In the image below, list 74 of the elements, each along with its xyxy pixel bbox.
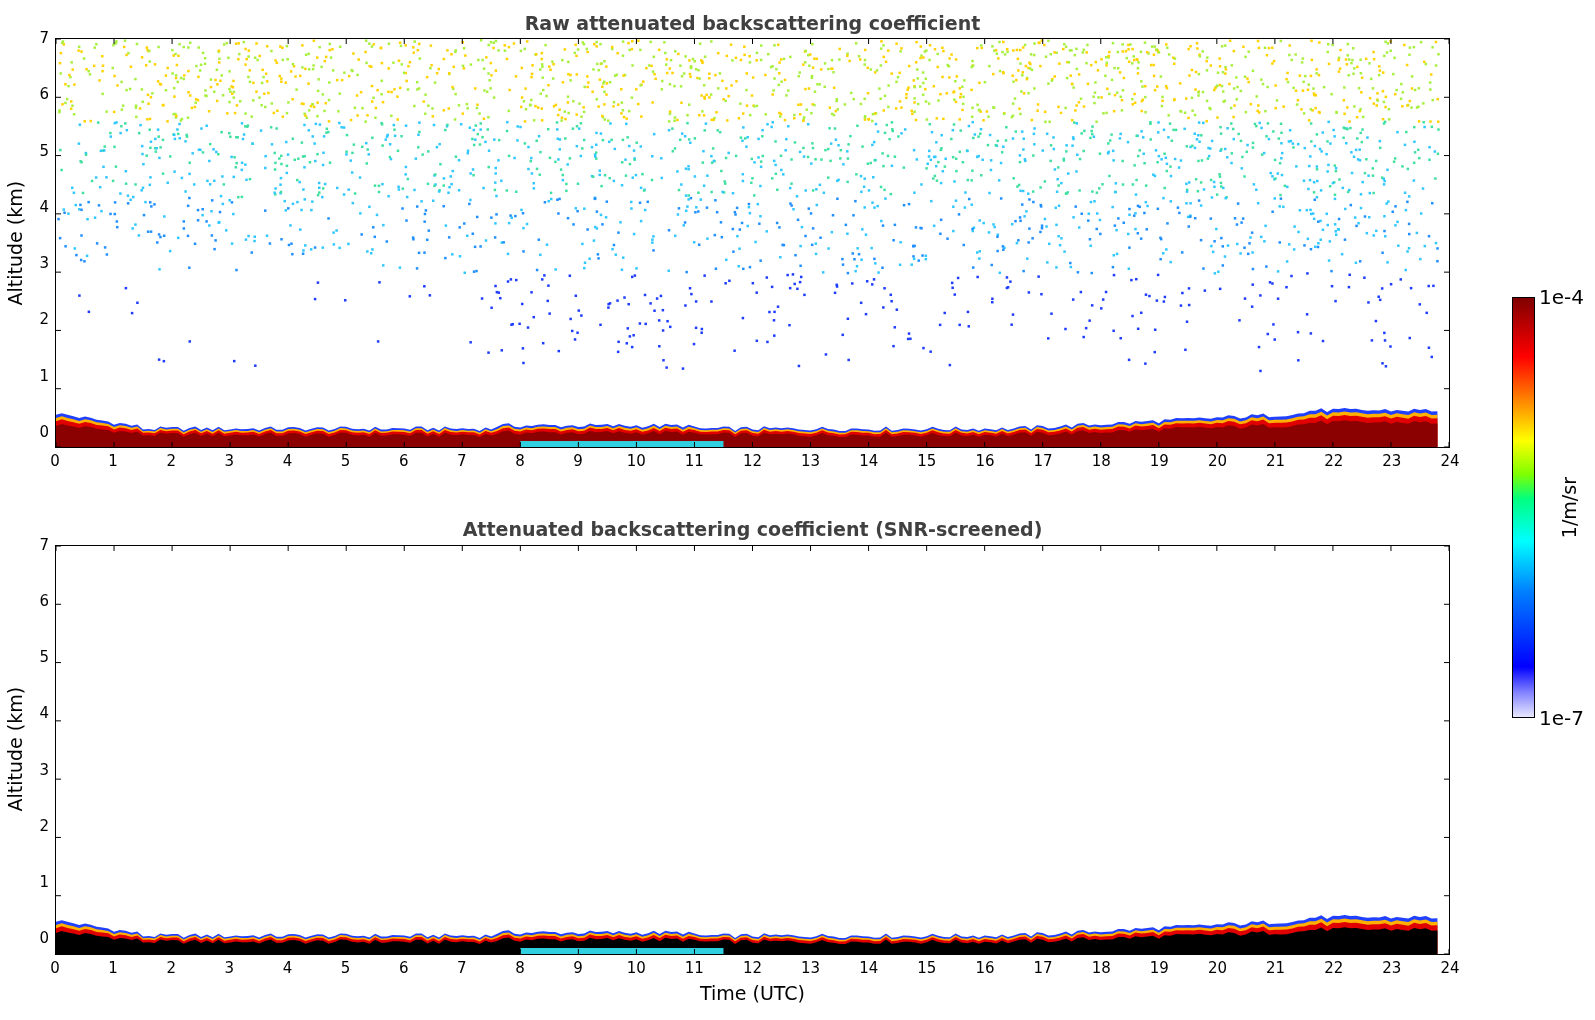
tick-label: 5 (339, 451, 352, 472)
axis-label: Altitude (km) (2, 687, 27, 812)
tick-label: 11 (684, 957, 705, 979)
tick-label: 9 (572, 451, 584, 472)
tick-label: 13 (800, 957, 821, 979)
tick-label: 5 (38, 649, 49, 666)
tick-label: 7 (456, 451, 468, 472)
tick-label: 19 (1149, 451, 1170, 472)
tick-label: 16 (975, 451, 995, 472)
tick-label: 21 (1265, 957, 1286, 979)
tick-label: 23 (1381, 451, 1402, 472)
tick-label: 16 (975, 957, 995, 979)
tick-label: 10 (626, 957, 647, 979)
chart-title: Attenuated backscattering coefficient (SNR-screened) (462, 517, 1043, 543)
tick-label: 12 (742, 957, 763, 979)
tick-label: 18 (1091, 451, 1112, 472)
tick-label: 2 (165, 451, 177, 472)
colorbar-label: 1/m/sr (1558, 476, 1580, 539)
axis-label: Altitude (km) (2, 180, 27, 306)
tick-label: 10 (626, 451, 647, 472)
tick-label: 3 (38, 761, 49, 778)
tick-label: 0 (49, 451, 61, 472)
tick-label: 7 (38, 30, 49, 46)
tick-label: 3 (223, 957, 236, 979)
tick-label: 13 (800, 451, 821, 472)
tick-label: 0 (49, 957, 61, 979)
colorbar-min-label: 1e-7 (1539, 707, 1584, 729)
tick-label: 20 (1207, 451, 1228, 472)
tick-label: 4 (38, 705, 49, 722)
tick-label: 6 (397, 451, 410, 472)
tick-label: 1 (38, 367, 49, 384)
tick-label: 4 (281, 957, 294, 979)
tick-label: 1 (38, 874, 49, 891)
tick-label: 24 (1440, 451, 1460, 472)
tick-label: 17 (1033, 451, 1054, 472)
tick-label: 7 (456, 957, 468, 979)
tick-label: 11 (684, 451, 705, 472)
tick-label: 17 (1033, 957, 1054, 979)
tick-label: 8 (514, 957, 526, 979)
tick-label: 12 (742, 451, 763, 472)
tick-label: 6 (38, 592, 49, 609)
tick-label: 4 (38, 198, 49, 215)
tick-label: 22 (1323, 957, 1344, 979)
tick-label: 22 (1323, 451, 1344, 472)
tick-label: 18 (1091, 957, 1112, 979)
tick-label: 5 (38, 142, 49, 159)
tick-label: 6 (397, 957, 410, 979)
tick-label: 20 (1207, 957, 1228, 979)
tick-label: 6 (38, 86, 49, 103)
tick-label: 15 (916, 957, 937, 979)
tick-label: 1 (107, 957, 119, 979)
tick-label: 19 (1149, 957, 1170, 979)
tick-label: 0 (38, 423, 49, 440)
tick-label: 2 (38, 311, 49, 328)
tick-label: 1 (107, 451, 119, 472)
tick-label: 23 (1381, 957, 1402, 979)
tick-label: 21 (1265, 451, 1286, 472)
tick-label: 3 (223, 451, 236, 472)
tick-label: 7 (38, 536, 49, 553)
tick-label: 14 (858, 957, 879, 979)
axis-label: Time (UTC) (700, 981, 805, 1006)
tick-label: 14 (858, 451, 879, 472)
colorbar-max-label: 1e-4 (1539, 286, 1584, 308)
tick-label: 9 (572, 957, 584, 979)
tick-label: 15 (916, 451, 937, 472)
tick-label: 0 (38, 930, 49, 947)
tick-label: 5 (339, 957, 352, 979)
tick-label: 3 (38, 255, 49, 272)
chart-title: Raw attenuated backscattering coefficient (524, 10, 981, 36)
tick-label: 2 (38, 817, 49, 834)
tick-label: 24 (1440, 957, 1460, 979)
tick-label: 4 (281, 451, 294, 472)
tick-label: 8 (514, 451, 526, 472)
tick-label: 2 (165, 957, 177, 979)
